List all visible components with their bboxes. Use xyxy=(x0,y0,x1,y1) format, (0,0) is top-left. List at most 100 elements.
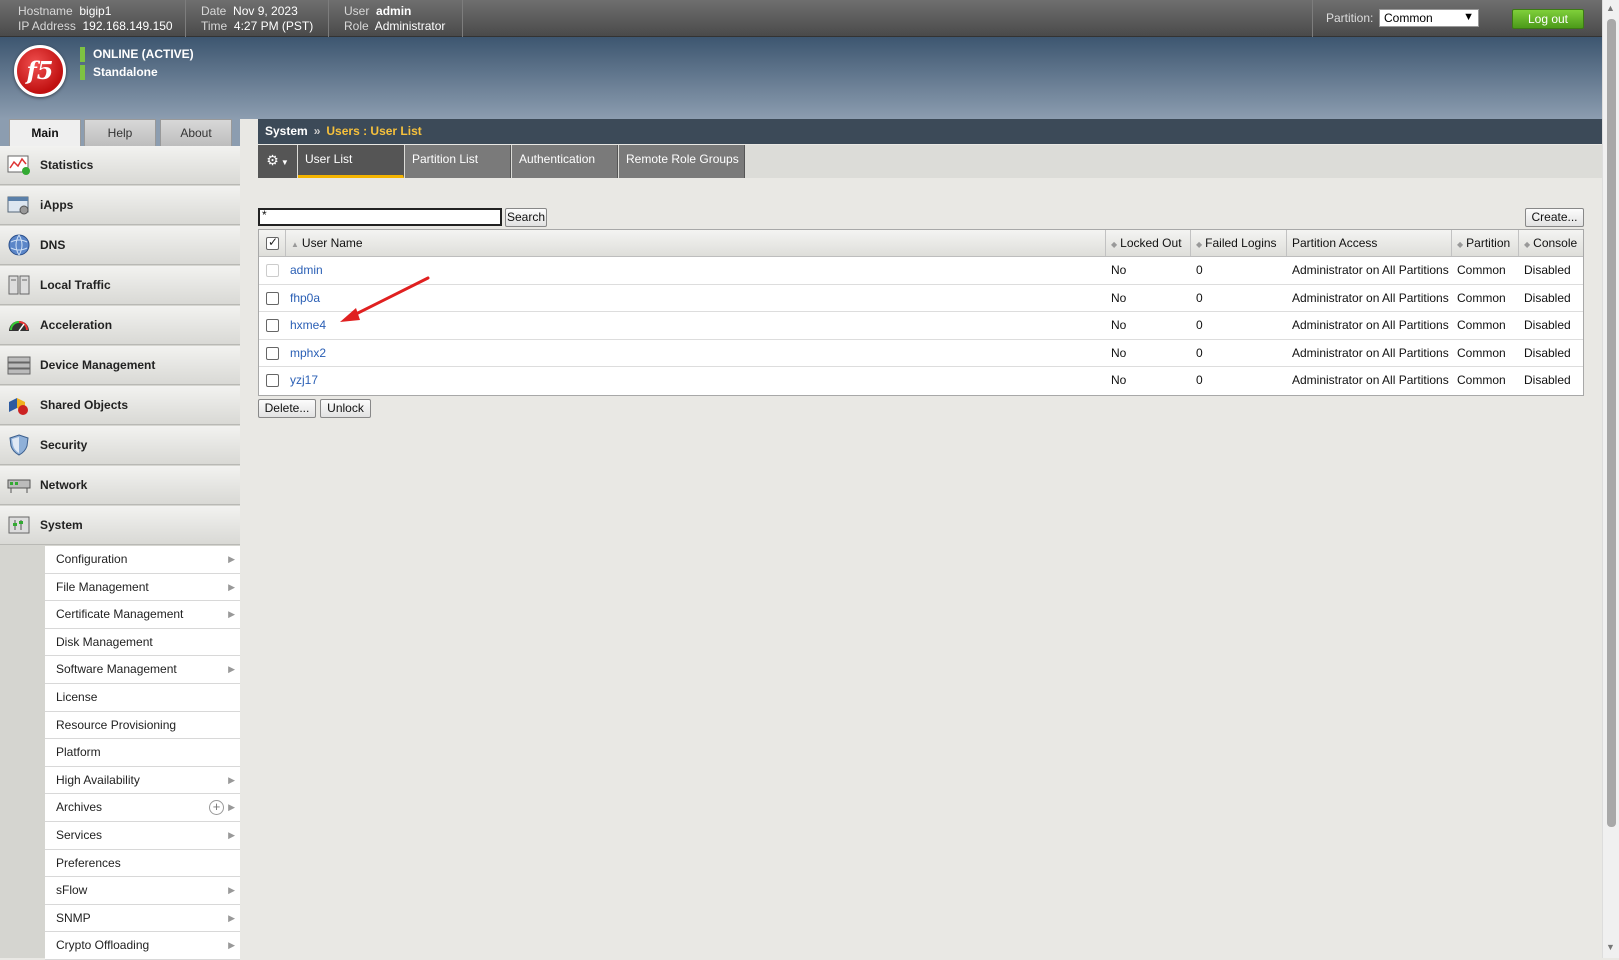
sort-asc-icon: ▲ xyxy=(291,240,299,249)
local-traffic-icon xyxy=(8,275,30,295)
tab-remote-role-groups[interactable]: Remote Role Groups xyxy=(619,145,745,178)
sub-tabs: ⚙ ▼ User List Partition List Authenticati… xyxy=(258,145,1602,178)
column-partition[interactable]: ◆ Partition xyxy=(1451,230,1518,256)
column-console[interactable]: ◆ Console xyxy=(1518,230,1584,256)
statistics-icon xyxy=(7,155,30,175)
row-checkbox[interactable] xyxy=(266,374,279,388)
online-status: ONLINE (ACTIVE) xyxy=(80,47,194,62)
partition-label: Partition: xyxy=(1326,11,1374,25)
user-info: User admin Role Administrator xyxy=(344,4,446,33)
breadcrumb-section[interactable]: System xyxy=(265,124,308,138)
breadcrumb-separator: » xyxy=(313,124,321,138)
create-button[interactable]: Create... xyxy=(1525,208,1584,227)
logout-button[interactable]: Log out xyxy=(1512,9,1584,29)
user-name-link[interactable]: mphx2 xyxy=(290,340,326,367)
username: admin xyxy=(376,4,412,18)
time: 4:27 PM (PST) xyxy=(233,19,314,33)
submenu-snmp[interactable]: SNMP ▶ xyxy=(45,904,240,933)
row-checkbox xyxy=(266,264,279,277)
shield-icon xyxy=(9,434,29,456)
divider xyxy=(462,0,463,37)
chevron-right-icon: ▶ xyxy=(228,940,235,951)
sidebar-item-system[interactable]: System xyxy=(0,506,240,545)
submenu-configuration[interactable]: Configuration ▶ xyxy=(45,546,240,574)
shared-objects-icon xyxy=(9,398,28,415)
sidebar-item-acceleration[interactable]: Acceleration xyxy=(0,306,240,345)
submenu-certificate-management[interactable]: Certificate Management ▶ xyxy=(45,601,240,629)
chevron-right-icon: ▶ xyxy=(228,912,235,923)
vertical-scrollbar[interactable]: ▲ ▼ xyxy=(1602,0,1619,958)
chevron-right-icon: ▶ xyxy=(228,802,235,813)
table-row: admin No 0 Administrator on All Partitio… xyxy=(259,257,1583,285)
user-name-link[interactable]: hxme4 xyxy=(290,312,326,339)
role: Administrator xyxy=(374,19,446,33)
submenu-high-availability[interactable]: High Availability ▶ xyxy=(45,766,240,795)
dns-globe-icon xyxy=(8,234,30,256)
submenu-platform[interactable]: Platform xyxy=(45,739,240,767)
sidebar-item-dns[interactable]: DNS xyxy=(0,226,240,265)
row-checkbox[interactable] xyxy=(266,346,279,360)
tab-user-list[interactable]: User List xyxy=(298,145,404,178)
left-tabs: Main Help About xyxy=(0,119,240,146)
table-row: fhp0a No 0 Administrator on All Partitio… xyxy=(259,285,1583,313)
scrollbar-thumb[interactable] xyxy=(1607,19,1616,827)
search-button[interactable]: Search xyxy=(505,208,547,227)
submenu-crypto-offloading[interactable]: Crypto Offloading ▶ xyxy=(45,932,240,960)
sidebar-item-device-management[interactable]: Device Management xyxy=(0,346,240,385)
submenu-disk-management[interactable]: Disk Management xyxy=(45,628,240,657)
sidebar-item-security[interactable]: Security xyxy=(0,426,240,465)
row-checkbox[interactable] xyxy=(266,291,279,305)
datetime-info: Date Nov 9, 2023 Time 4:27 PM (PST) xyxy=(201,4,314,33)
delete-button[interactable]: Delete... xyxy=(258,399,316,418)
tab-authentication[interactable]: Authentication xyxy=(512,145,618,178)
device-mode: Standalone xyxy=(80,65,158,80)
sidebar-item-network[interactable]: Network xyxy=(0,466,240,505)
partition-select[interactable]: Common ▼ xyxy=(1379,9,1479,27)
sort-icon: ◆ xyxy=(1524,240,1531,249)
tab-partition-list[interactable]: Partition List xyxy=(405,145,511,178)
submenu-archives[interactable]: Archives + ▶ xyxy=(45,794,240,822)
plus-circle-icon[interactable]: + xyxy=(209,800,224,816)
sort-icon: ◆ xyxy=(1457,240,1464,249)
sidebar-item-iapps[interactable]: iApps xyxy=(0,186,240,225)
submenu-software-management[interactable]: Software Management ▶ xyxy=(45,656,240,684)
unlock-button[interactable]: Unlock xyxy=(320,399,371,418)
tab-help[interactable]: Help xyxy=(84,119,156,146)
host-info: Hostname bigip1 IP Address 192.168.149.1… xyxy=(18,4,173,33)
device-icon xyxy=(7,356,31,375)
user-name-link[interactable]: fhp0a xyxy=(290,285,320,312)
submenu-resource-provisioning[interactable]: Resource Provisioning xyxy=(45,711,240,740)
sidebar-item-local-traffic[interactable]: Local Traffic xyxy=(0,266,240,305)
iapps-icon xyxy=(7,196,29,215)
tab-about[interactable]: About xyxy=(160,119,232,146)
column-failed-logins[interactable]: ◆ Failed Logins xyxy=(1190,230,1286,256)
column-locked-out[interactable]: ◆ Locked Out xyxy=(1105,230,1190,256)
sidebar-item-shared-objects[interactable]: Shared Objects xyxy=(0,386,240,425)
submenu-preferences[interactable]: Preferences xyxy=(45,849,240,878)
ip-address: 192.168.149.150 xyxy=(82,19,173,33)
chevron-right-icon: ▶ xyxy=(228,554,235,564)
system-submenu: Configuration ▶ File Management ▶ Certific… xyxy=(45,546,240,960)
user-name-link[interactable]: yzj17 xyxy=(290,367,318,394)
f5-logo-icon: f5 xyxy=(14,45,66,97)
hostname: bigip1 xyxy=(79,4,112,18)
select-all-checkbox[interactable] xyxy=(266,235,279,250)
column-user-name[interactable]: ▲ User Name xyxy=(285,230,1085,256)
submenu-file-management[interactable]: File Management ▶ xyxy=(45,573,240,602)
column-partition-access: Partition Access xyxy=(1286,230,1451,256)
chevron-right-icon: ▶ xyxy=(228,829,235,840)
submenu-services[interactable]: Services ▶ xyxy=(45,821,240,850)
gear-icon[interactable]: ⚙ ▼ xyxy=(258,145,297,178)
submenu-license[interactable]: License xyxy=(45,683,240,712)
scroll-up-icon[interactable]: ▲ xyxy=(1606,3,1615,13)
tab-main[interactable]: Main xyxy=(9,119,81,146)
scroll-down-icon[interactable]: ▼ xyxy=(1606,942,1615,952)
submenu-sflow[interactable]: sFlow ▶ xyxy=(45,877,240,905)
sidebar-item-statistics[interactable]: Statistics xyxy=(0,146,240,185)
user-name-link[interactable]: admin xyxy=(290,257,323,284)
chevron-right-icon: ▶ xyxy=(228,581,235,592)
banner: f5 ONLINE (ACTIVE) Standalone xyxy=(0,37,1602,119)
row-checkbox[interactable] xyxy=(266,319,279,333)
search-input[interactable]: * xyxy=(258,208,502,226)
speedometer-icon xyxy=(9,321,29,332)
